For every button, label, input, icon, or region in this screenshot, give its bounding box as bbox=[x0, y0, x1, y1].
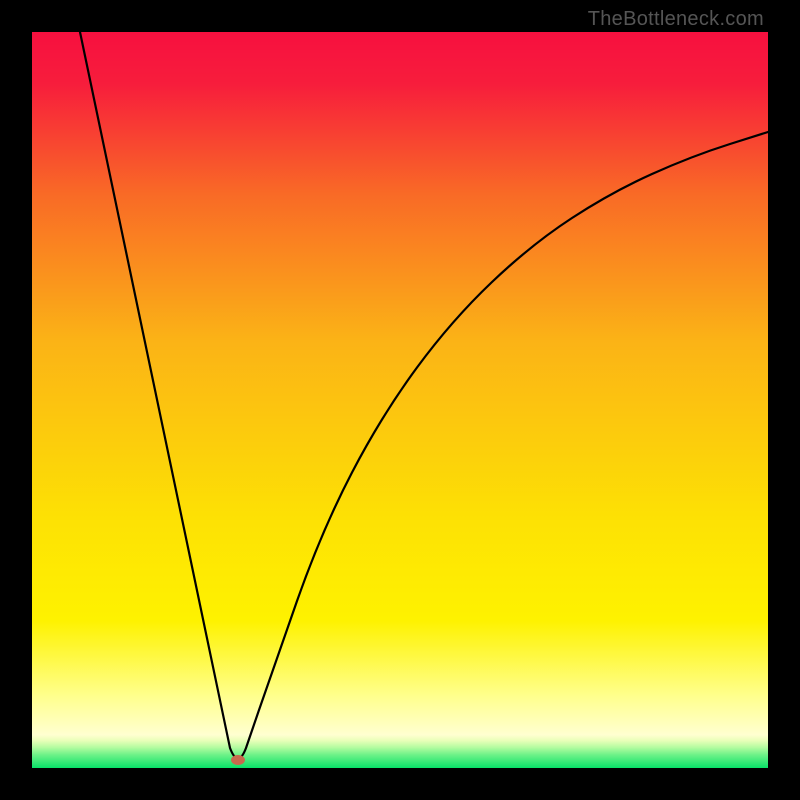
minimum-marker bbox=[231, 755, 245, 765]
watermark-label: TheBottleneck.com bbox=[588, 8, 764, 31]
chart-container: TheBottleneck.com bbox=[0, 0, 800, 800]
bottleneck-curve bbox=[80, 32, 768, 759]
plot-area bbox=[32, 32, 768, 768]
curve-layer bbox=[32, 32, 768, 768]
